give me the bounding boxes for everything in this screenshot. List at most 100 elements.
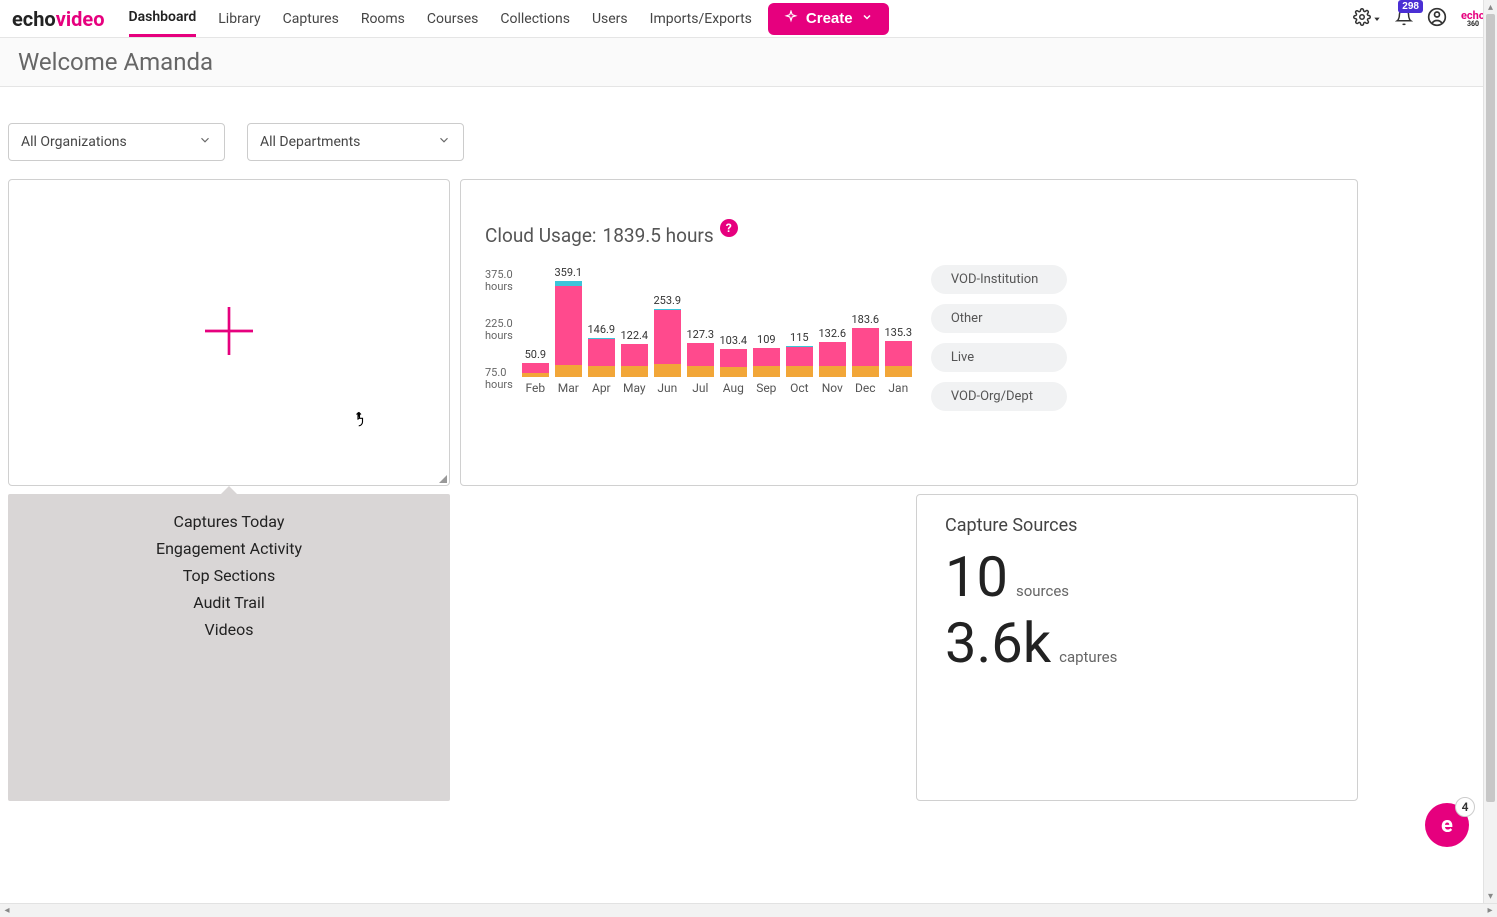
resize-handle-icon[interactable] bbox=[439, 475, 447, 483]
bar-segment bbox=[720, 367, 747, 377]
caret-down-icon bbox=[1373, 11, 1381, 26]
nav-rooms[interactable]: Rooms bbox=[361, 0, 405, 37]
bar-value-label: 359.1 bbox=[554, 266, 582, 279]
scroll-right-arrow-icon[interactable]: ▸ bbox=[1483, 904, 1497, 917]
captures-count: 3.6k bbox=[945, 610, 1051, 676]
bar[interactable] bbox=[555, 281, 582, 377]
x-tick: Jun bbox=[657, 381, 677, 395]
nav-dashboard[interactable]: Dashboard bbox=[129, 0, 197, 37]
x-tick: Aug bbox=[723, 381, 744, 395]
bar-segment bbox=[819, 366, 846, 377]
bar-column: 146.9Apr bbox=[587, 323, 616, 395]
bar-column: 359.1Mar bbox=[554, 266, 583, 395]
echo360-logo[interactable]: echo360 bbox=[1461, 10, 1485, 28]
x-tick: Jul bbox=[692, 381, 708, 395]
bar-segment bbox=[621, 366, 648, 377]
legend-item[interactable]: Live bbox=[931, 343, 1067, 372]
bar-segment bbox=[654, 364, 681, 377]
x-tick: Dec bbox=[855, 381, 876, 395]
help-icon[interactable]: ? bbox=[720, 219, 738, 237]
vertical-scrollbar[interactable]: ▴ ▾ bbox=[1483, 0, 1497, 903]
scroll-left-arrow-icon[interactable]: ◂ bbox=[0, 904, 14, 917]
scroll-down-arrow-icon[interactable]: ▾ bbox=[1484, 889, 1497, 903]
scroll-up-arrow-icon[interactable]: ▴ bbox=[1484, 0, 1497, 14]
bar-segment bbox=[588, 339, 615, 366]
help-float-button[interactable]: e 4 bbox=[1425, 803, 1469, 847]
nav-collections[interactable]: Collections bbox=[500, 0, 570, 37]
capture-sources-panel: Capture Sources 10 sources 3.6k captures bbox=[916, 494, 1358, 801]
topbar: echovideo Dashboard Library Captures Rooms C… bbox=[0, 0, 1497, 38]
bar[interactable] bbox=[621, 344, 648, 377]
vscroll-track[interactable] bbox=[1484, 14, 1497, 889]
user-icon bbox=[1427, 7, 1447, 30]
nav-courses[interactable]: Courses bbox=[427, 0, 478, 37]
add-menu-item[interactable]: Captures Today bbox=[8, 508, 450, 535]
bar-segment bbox=[720, 349, 747, 366]
legend-item[interactable]: VOD-Institution bbox=[931, 265, 1067, 294]
notifications-button[interactable]: 298 bbox=[1395, 8, 1413, 29]
bar[interactable] bbox=[852, 328, 879, 377]
add-widget-panel[interactable] bbox=[8, 179, 450, 486]
organization-select[interactable]: All Organizations bbox=[8, 123, 225, 161]
bar-column: 122.4May bbox=[620, 329, 649, 395]
bar-segment bbox=[687, 343, 714, 366]
bar[interactable] bbox=[687, 343, 714, 377]
bar[interactable] bbox=[720, 349, 747, 377]
y-tick: 375.0hours bbox=[485, 269, 513, 293]
legend-item[interactable]: VOD-Org/Dept bbox=[931, 382, 1067, 411]
bar-value-label: 109 bbox=[757, 333, 776, 346]
horizontal-scrollbar[interactable]: ◂ ▸ bbox=[0, 903, 1497, 917]
bar-segment bbox=[885, 341, 912, 366]
bar-segment bbox=[819, 342, 846, 366]
vscroll-thumb[interactable] bbox=[1486, 14, 1495, 802]
bar[interactable] bbox=[588, 338, 615, 377]
bar[interactable] bbox=[522, 363, 549, 377]
nav-users[interactable]: Users bbox=[592, 0, 628, 37]
create-button[interactable]: Create bbox=[768, 3, 889, 35]
x-tick: Feb bbox=[526, 381, 546, 395]
bar-segment bbox=[654, 310, 681, 364]
bar-column: 183.6 Dec bbox=[851, 313, 880, 395]
add-widget-menu: Captures TodayEngagement ActivityTop Sec… bbox=[8, 494, 450, 801]
organization-select-value: All Organizations bbox=[21, 134, 127, 150]
y-tick: 225.0hours bbox=[485, 318, 513, 342]
content: All Organizations All Departments Cloud … bbox=[0, 87, 1497, 819]
add-menu-item[interactable]: Top Sections bbox=[8, 562, 450, 589]
bar-value-label: 183.6 bbox=[851, 313, 879, 326]
logo-echo: echo bbox=[12, 7, 56, 31]
captures-label: captures bbox=[1059, 648, 1117, 666]
bar-value-label: 127.3 bbox=[686, 328, 714, 341]
welcome-bar: Welcome Amanda bbox=[0, 38, 1497, 87]
sparkle-icon bbox=[784, 10, 798, 28]
bar-segment bbox=[852, 328, 879, 366]
legend-item[interactable]: Other bbox=[931, 304, 1067, 333]
department-select[interactable]: All Departments bbox=[247, 123, 464, 161]
nav-imports-exports[interactable]: Imports/Exports bbox=[650, 0, 752, 37]
add-menu-item[interactable]: Videos bbox=[8, 616, 450, 643]
bar[interactable] bbox=[654, 309, 681, 377]
sources-metric: 10 sources bbox=[945, 544, 1329, 610]
bar-segment bbox=[753, 366, 780, 377]
bar-segment bbox=[786, 347, 813, 366]
settings-button[interactable] bbox=[1353, 8, 1381, 29]
add-menu-item[interactable]: Engagement Activity bbox=[8, 535, 450, 562]
add-menu-item[interactable]: Audit Trail bbox=[8, 589, 450, 616]
capture-sources-title: Capture Sources bbox=[945, 515, 1329, 536]
profile-button[interactable] bbox=[1427, 7, 1447, 30]
logo[interactable]: echovideo bbox=[12, 7, 105, 31]
bar-segment bbox=[588, 366, 615, 377]
nav-captures[interactable]: Captures bbox=[283, 0, 339, 37]
dashboard-grid: Cloud Usage: 1839.5 hours ? 375.0hours22… bbox=[8, 179, 1479, 801]
bar-column: 103.4Aug bbox=[719, 334, 748, 395]
welcome-prefix: Welcome bbox=[18, 48, 123, 76]
nav-library[interactable]: Library bbox=[218, 0, 260, 37]
bar-segment bbox=[621, 344, 648, 366]
bar-segment bbox=[786, 366, 813, 377]
bar[interactable] bbox=[786, 346, 813, 377]
bar-column: 127.3 Jul bbox=[686, 328, 715, 395]
main-nav: Dashboard Library Captures Rooms Courses Coll… bbox=[129, 0, 752, 37]
filter-row: All Organizations All Departments bbox=[8, 123, 1479, 161]
bar[interactable] bbox=[885, 341, 912, 377]
bar[interactable] bbox=[819, 342, 846, 377]
bar[interactable] bbox=[753, 348, 780, 377]
